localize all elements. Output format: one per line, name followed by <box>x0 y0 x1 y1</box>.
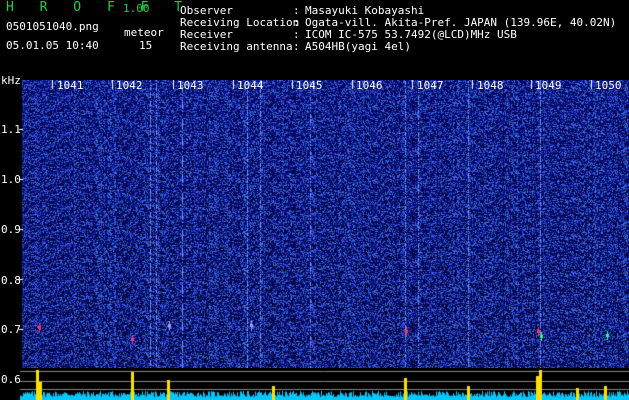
y-tick-label: 0.6 <box>1 373 21 386</box>
minute-label: 1041 <box>57 79 84 92</box>
spectrum-profile <box>0 368 629 400</box>
spectrogram-waterfall <box>0 80 629 368</box>
y-tick-label: 1.0 <box>1 173 21 186</box>
minute-label: 1047 <box>417 79 444 92</box>
info-sep: : <box>293 40 300 53</box>
meteor-count-label: meteor <box>124 26 164 39</box>
minute-label: 1045 <box>296 79 323 92</box>
minute-label: 1050 <box>595 79 622 92</box>
y-unit-label: kHz <box>1 74 21 87</box>
info-key-antenna: Receiving antenna <box>180 40 293 53</box>
y-tick-label: 0.8 <box>1 274 21 287</box>
app-title: H R O F F T <box>6 0 192 15</box>
info-value-antenna: A504HB(yagi 4el) <box>305 40 411 53</box>
minute-label: 1048 <box>477 79 504 92</box>
y-tick-label: 0.7 <box>1 323 21 336</box>
minute-label: 1049 <box>535 79 562 92</box>
minute-label: 1043 <box>177 79 204 92</box>
y-tick-label: 1.1 <box>1 123 21 136</box>
meteor-count-value: 15 <box>139 39 153 52</box>
y-tick-label: 0.9 <box>1 223 21 236</box>
file-name: 0501051040.png <box>6 20 99 33</box>
record-datetime: 05.01.05 10:40 <box>6 39 99 52</box>
minute-label: 1042 <box>116 79 143 92</box>
app-version: 1.00 <box>123 2 150 15</box>
minute-label: 1044 <box>237 79 264 92</box>
minute-label: 1046 <box>356 79 383 92</box>
header-panel: H R O F F T 1.00 0501051040.png meteor 0… <box>0 0 629 80</box>
